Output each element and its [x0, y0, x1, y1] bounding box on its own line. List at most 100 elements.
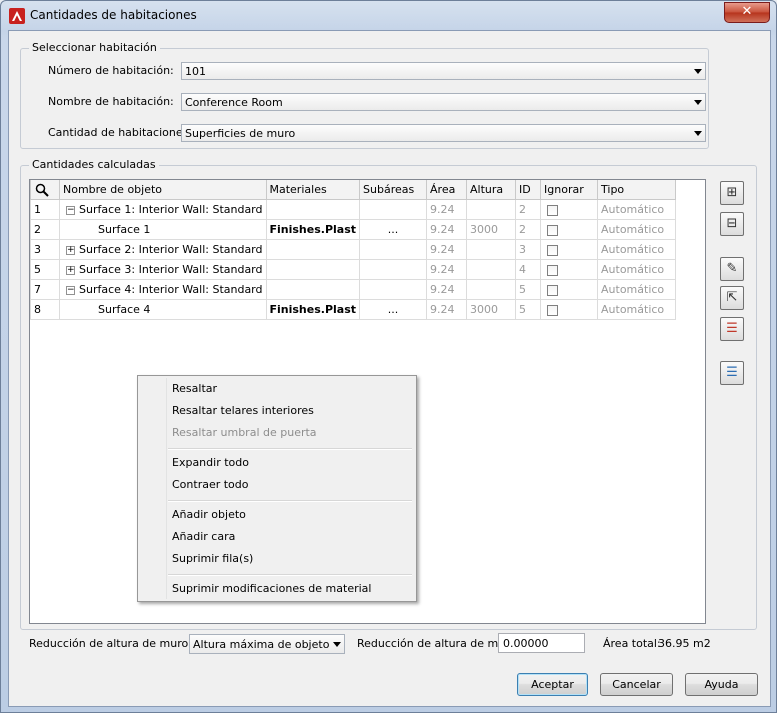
object-name: Surface 4 — [98, 303, 151, 316]
area-cell: 9.24 — [426, 299, 468, 320]
object-name: Surface 1: Interior Wall: Standard — [79, 203, 263, 216]
menu-item-expand-all[interactable]: Expandir todo — [172, 456, 249, 469]
reduction-by-combo[interactable]: Altura máxima de objeto — [189, 634, 345, 654]
subareas-cell[interactable]: ... — [359, 299, 428, 320]
height-cell[interactable]: 3000 — [466, 299, 517, 320]
grid-search-button[interactable] — [30, 180, 60, 200]
column-header-height[interactable]: Altura — [466, 180, 517, 200]
expand-all-icon: ⊞ — [726, 185, 738, 200]
room-name-combo[interactable]: Conference Room — [181, 93, 706, 111]
ignore-cell — [540, 219, 599, 240]
height-cell[interactable] — [466, 239, 517, 260]
type-cell[interactable]: Automático — [597, 219, 677, 240]
subareas-cell[interactable]: ... — [359, 219, 428, 240]
height-cell[interactable]: 3000 — [466, 219, 517, 240]
menu-item-highlight[interactable]: Resaltar — [172, 382, 217, 395]
type-cell[interactable]: Automático — [597, 279, 677, 300]
subareas-cell[interactable] — [359, 199, 428, 220]
ignore-checkbox[interactable] — [547, 304, 559, 316]
reduction-by-value: Altura máxima de objeto — [193, 638, 330, 651]
object-name: Surface 2: Interior Wall: Standard — [79, 243, 263, 256]
calculated-quantities-label: Cantidades calculadas — [29, 158, 159, 171]
material-cell[interactable] — [265, 199, 361, 220]
type-cell[interactable]: Automático — [597, 199, 677, 220]
menu-item-collapse-all[interactable]: Contraer todo — [172, 478, 249, 491]
ignore-cell — [540, 279, 599, 300]
object-name-cell[interactable]: Surface 4 — [59, 299, 267, 320]
row-number: 1 — [30, 199, 60, 220]
material-cell[interactable] — [265, 259, 361, 280]
room-quantity-combo[interactable]: Superficies de muro — [181, 124, 706, 142]
type-cell[interactable]: Automático — [597, 239, 677, 260]
type-cell[interactable]: Automático — [597, 259, 677, 280]
room-number-combo[interactable]: 101 — [181, 62, 706, 80]
ignore-checkbox[interactable] — [547, 204, 559, 216]
help-button[interactable]: Ayuda — [685, 673, 758, 696]
room-number-value: 101 — [185, 65, 206, 78]
column-header-materials[interactable]: Materiales — [265, 180, 361, 200]
material-cell[interactable]: Finishes.Plast — [265, 219, 361, 240]
chevron-down-icon — [694, 69, 702, 74]
subareas-cell[interactable] — [359, 239, 428, 260]
table-row[interactable]: 5 + Surface 3: Interior Wall: Standard 9.24… — [30, 259, 677, 280]
column-header-subareas[interactable]: Subáreas — [359, 180, 428, 200]
table-row[interactable]: 1− Surface 1: Interior Wall: Standard 9.24… — [30, 199, 677, 220]
select-room-group-label: Seleccionar habitación — [29, 41, 160, 54]
column-header-id[interactable]: ID — [515, 180, 542, 200]
close-button[interactable]: ✕ — [724, 2, 770, 23]
table-row[interactable]: 8 Surface 4 Finishes.Plast... 9.24 3000 5 Auto… — [30, 299, 677, 320]
height-cell[interactable] — [466, 279, 517, 300]
table-row[interactable]: 3 + Surface 2: Interior Wall: Standard 9.24… — [30, 239, 677, 260]
ignore-cell — [540, 199, 599, 220]
window-title: Cantidades de habitaciones — [30, 8, 197, 22]
type-cell[interactable]: Automático — [597, 299, 677, 320]
column-header-name[interactable]: Nombre de objeto — [59, 180, 267, 200]
height-cell[interactable] — [466, 199, 517, 220]
column-header-type[interactable]: Tipo — [597, 180, 677, 200]
table-row[interactable]: 7− Surface 4: Interior Wall: Standard 9.24… — [30, 279, 677, 300]
object-name-cell[interactable]: − Surface 1: Interior Wall: Standard — [59, 199, 267, 220]
subareas-cell[interactable] — [359, 259, 428, 280]
object-name-cell[interactable]: + Surface 3: Interior Wall: Standard — [59, 259, 267, 280]
context-menu: Resaltar Resaltar telares interiores Res… — [137, 375, 417, 602]
add-row-button[interactable]: ☰ — [720, 361, 744, 385]
ignore-checkbox[interactable] — [547, 224, 559, 236]
material-cell[interactable] — [265, 239, 361, 260]
menu-item-highlight-jambs[interactable]: Resaltar telares interiores — [172, 404, 314, 417]
id-cell: 2 — [515, 199, 542, 220]
ignore-checkbox[interactable] — [547, 284, 559, 296]
tree-collapse-icon[interactable]: − — [66, 285, 75, 295]
area-cell: 9.24 — [426, 259, 468, 280]
ignore-checkbox[interactable] — [547, 264, 559, 276]
object-name-cell[interactable]: − Surface 4: Interior Wall: Standard — [59, 279, 267, 300]
menu-item-add-face[interactable]: Añadir cara — [172, 530, 235, 543]
column-header-area[interactable]: Área — [426, 180, 468, 200]
object-name-cell[interactable]: + Surface 2: Interior Wall: Standard — [59, 239, 267, 260]
column-header-ignore[interactable]: Ignorar — [540, 180, 599, 200]
cancel-button[interactable]: Cancelar — [600, 673, 673, 696]
menu-item-delete-material-overrides[interactable]: Suprimir modificaciones de material — [172, 582, 371, 595]
material-cell[interactable]: Finishes.Plast — [265, 299, 361, 320]
room-quantity-label: Cantidad de habitaciones: — [48, 126, 193, 139]
expand-all-button[interactable]: ⊞ — [720, 181, 744, 205]
material-cell[interactable] — [265, 279, 361, 300]
menu-item-add-object[interactable]: Añadir objeto — [172, 508, 246, 521]
menu-item-delete-rows[interactable]: Suprimir fila(s) — [172, 552, 253, 565]
height-cell[interactable] — [466, 259, 517, 280]
highlight-button[interactable]: ✎ — [720, 257, 744, 281]
ok-button[interactable]: Aceptar — [517, 673, 588, 696]
tree-expand-icon[interactable]: + — [66, 265, 75, 275]
delete-row-button[interactable]: ☰ — [720, 317, 744, 341]
tree-expand-icon[interactable]: + — [66, 245, 75, 255]
collapse-all-button[interactable]: ⊟ — [720, 212, 744, 236]
row-number: 8 — [30, 299, 60, 320]
ignore-checkbox[interactable] — [547, 244, 559, 256]
select-object-button[interactable]: ⇱ — [720, 286, 744, 310]
chevron-down-icon — [694, 100, 702, 105]
reduction-input[interactable]: 0.00000 — [498, 633, 585, 653]
menu-separator — [168, 500, 412, 502]
table-row[interactable]: 2 Surface 1 Finishes.Plast... 9.24 3000 2 Auto… — [30, 219, 677, 240]
tree-collapse-icon[interactable]: − — [66, 205, 75, 215]
object-name-cell[interactable]: Surface 1 — [59, 219, 267, 240]
subareas-cell[interactable] — [359, 279, 428, 300]
